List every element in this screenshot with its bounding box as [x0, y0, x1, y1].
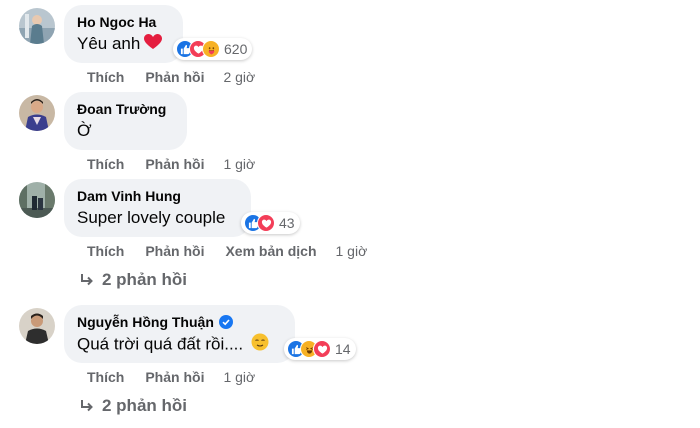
comment-bubble: Nguyễn Hồng Thuận Quá trời quá đất rồi..… — [64, 305, 295, 363]
like-button[interactable]: Thích — [87, 242, 124, 260]
comment-text-content: Quá trời quá đất rồi.... — [77, 334, 244, 354]
comment-actions: Thích Phản hồi 1 giờ — [87, 368, 255, 386]
reply-button[interactable]: Phản hồi — [145, 155, 204, 173]
see-translation-button[interactable]: Xem bản dịch — [225, 242, 316, 260]
comment-text: Quá trời quá đất rồi.... — [77, 333, 283, 357]
relieved-face-icon — [251, 333, 269, 357]
author-name[interactable]: Dam Vinh Hung — [77, 187, 181, 205]
view-replies-button[interactable]: 2 phản hồi — [80, 396, 187, 416]
comment-bubble: Đoan Trường Ờ — [64, 92, 187, 150]
reaction-summary[interactable]: 43 — [241, 212, 300, 234]
like-button[interactable]: Thích — [87, 155, 124, 173]
comment-text: Super lovely couple — [77, 207, 239, 229]
view-replies-button[interactable]: 2 phản hồi — [80, 270, 187, 290]
comment-bubble: Ho Ngoc Ha Yêu anh — [64, 5, 183, 63]
author-name[interactable]: Đoan Trường — [77, 100, 166, 118]
verified-badge-icon — [218, 315, 233, 329]
comment-text-content: Ờ — [77, 121, 92, 140]
comment-author[interactable]: Ho Ngoc Ha — [77, 13, 171, 31]
love-icon — [257, 214, 275, 232]
reaction-summary[interactable]: 14 — [284, 338, 356, 360]
replies-count-label: 2 phản hồi — [102, 270, 187, 289]
reply-arrow-icon — [81, 400, 93, 412]
timestamp[interactable]: 1 giờ — [223, 155, 255, 173]
reaction-summary[interactable]: 620 — [173, 38, 253, 60]
timestamp[interactable]: 1 giờ — [336, 242, 368, 260]
comment-text: Yêu anh — [77, 33, 171, 56]
author-name[interactable]: Nguyễn Hồng Thuận — [77, 313, 214, 331]
reply-arrow-icon — [81, 274, 93, 286]
comment-text: Ờ — [77, 120, 175, 142]
reply-button[interactable]: Phản hồi — [145, 368, 204, 386]
avatar[interactable] — [19, 308, 55, 344]
comment-author[interactable]: Nguyễn Hồng Thuận — [77, 313, 283, 331]
reply-button[interactable]: Phản hồi — [145, 68, 204, 86]
comment-actions: Thích Phản hồi 1 giờ — [87, 155, 255, 173]
avatar[interactable] — [19, 8, 55, 44]
like-button[interactable]: Thích — [87, 68, 124, 86]
replies-count-label: 2 phản hồi — [102, 396, 187, 415]
avatar[interactable] — [19, 182, 55, 218]
comment-bubble: Dam Vinh Hung Super lovely couple — [64, 179, 251, 237]
comment-author[interactable]: Đoan Trường — [77, 100, 175, 118]
timestamp[interactable]: 1 giờ — [223, 368, 255, 386]
like-button[interactable]: Thích — [87, 368, 124, 386]
timestamp[interactable]: 2 giờ — [223, 68, 255, 86]
reaction-count: 43 — [279, 215, 295, 231]
comment-author[interactable]: Dam Vinh Hung — [77, 187, 239, 205]
reaction-count: 14 — [335, 341, 351, 357]
comment-actions: Thích Phản hồi 2 giờ — [87, 68, 255, 86]
reaction-count: 620 — [224, 41, 248, 57]
avatar[interactable] — [19, 95, 55, 131]
author-name[interactable]: Ho Ngoc Ha — [77, 13, 156, 31]
heart-icon — [144, 33, 163, 56]
comment-text-content: Super lovely couple — [77, 208, 226, 227]
care-icon — [202, 40, 220, 58]
comment-text-content: Yêu anh — [77, 34, 141, 53]
reply-button[interactable]: Phản hồi — [145, 242, 204, 260]
comment-actions: Thích Phản hồi Xem bản dịch 1 giờ — [87, 242, 367, 260]
love-icon — [313, 340, 331, 358]
